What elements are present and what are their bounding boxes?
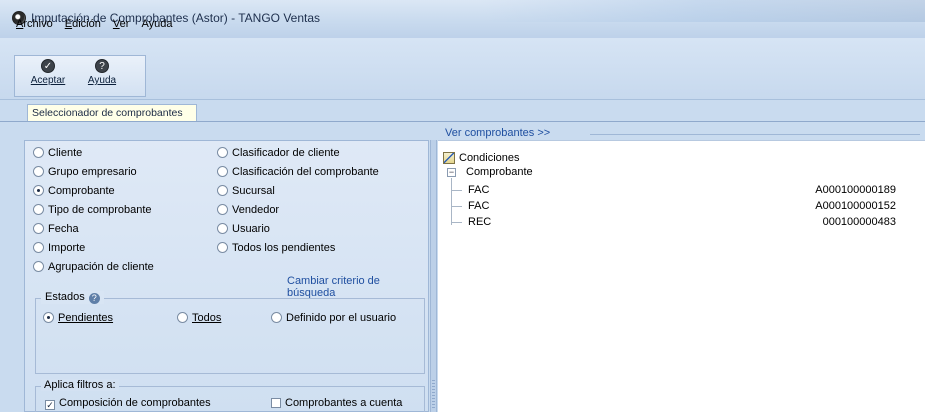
menu-edicion[interactable]: Edición bbox=[65, 18, 101, 30]
radio-agrupacion-cliente[interactable]: Agrupación de cliente bbox=[33, 260, 154, 274]
check-composicion[interactable]: ✓ Composición de comprobantes bbox=[45, 397, 211, 410]
header-divider bbox=[590, 134, 920, 135]
radio-clasificador-cliente[interactable]: Clasificador de cliente bbox=[217, 146, 340, 160]
radio-definido-usuario[interactable]: Definido por el usuario bbox=[271, 311, 396, 325]
radio-dot-selected bbox=[43, 312, 54, 323]
title-bar-glow bbox=[480, 0, 925, 22]
tree-row-type[interactable]: FAC bbox=[468, 200, 489, 212]
tab-seleccionador[interactable]: Seleccionador de comprobantes bbox=[27, 104, 197, 122]
radio-importe[interactable]: Importe bbox=[33, 241, 85, 255]
radio-fecha[interactable]: Fecha bbox=[33, 222, 79, 236]
radio-dot bbox=[217, 223, 228, 234]
checkbox bbox=[271, 398, 281, 408]
radio-dot bbox=[217, 147, 228, 158]
results-tree-panel bbox=[438, 140, 925, 412]
radio-dot-selected bbox=[33, 185, 44, 196]
radio-todos-pendientes[interactable]: Todos los pendientes bbox=[217, 241, 335, 255]
tree-row-type[interactable]: REC bbox=[468, 216, 491, 228]
radio-dot bbox=[33, 223, 44, 234]
tree-row-number[interactable]: 000100000483 bbox=[776, 216, 896, 228]
check-a-cuenta[interactable]: Comprobantes a cuenta bbox=[271, 397, 402, 409]
tree-row-number[interactable]: A000100000189 bbox=[776, 184, 896, 196]
radio-todos[interactable]: Todos bbox=[177, 311, 221, 325]
radio-dot bbox=[33, 166, 44, 177]
tree-connector bbox=[452, 206, 462, 207]
check-icon: ✓ bbox=[41, 59, 55, 73]
radio-dot bbox=[217, 204, 228, 215]
radio-dot bbox=[177, 312, 188, 323]
radio-dot bbox=[271, 312, 282, 323]
collapse-icon[interactable]: − bbox=[447, 168, 456, 177]
radio-dot bbox=[217, 166, 228, 177]
estados-group bbox=[35, 298, 425, 374]
tab-divider bbox=[0, 121, 925, 122]
panel-splitter[interactable] bbox=[430, 140, 437, 412]
radio-dot bbox=[33, 147, 44, 158]
aceptar-button[interactable]: ✓ Aceptar bbox=[17, 58, 79, 94]
cambiar-criterio-link[interactable]: Cambiar criterio de búsqueda bbox=[287, 275, 428, 299]
radio-dot bbox=[217, 242, 228, 253]
menu-ayuda[interactable]: Ayuda bbox=[141, 18, 172, 30]
radio-sucursal[interactable]: Sucursal bbox=[217, 184, 275, 198]
menu-bar: Archivo Edición Ver Ayuda bbox=[16, 18, 181, 34]
menu-ver[interactable]: Ver bbox=[113, 18, 130, 30]
estados-legend: Estados? bbox=[41, 291, 104, 304]
help-icon: ? bbox=[95, 59, 109, 73]
tree-connector bbox=[452, 222, 462, 223]
radio-dot bbox=[33, 261, 44, 272]
help-icon[interactable]: ? bbox=[88, 293, 100, 304]
radio-tipo-comprobante[interactable]: Tipo de comprobante bbox=[33, 203, 152, 217]
radio-dot bbox=[33, 204, 44, 215]
radio-vendedor[interactable]: Vendedor bbox=[217, 203, 279, 217]
conditions-icon bbox=[443, 152, 455, 164]
toolbar: ✓ Aceptar ? Ayuda bbox=[14, 55, 146, 97]
radio-usuario[interactable]: Usuario bbox=[217, 222, 270, 236]
filtros-legend: Aplica filtros a: bbox=[41, 379, 119, 391]
tree-row-type[interactable]: FAC bbox=[468, 184, 489, 196]
tree-connector bbox=[452, 190, 462, 191]
menu-archivo[interactable]: Archivo bbox=[16, 18, 53, 30]
radio-pendientes[interactable]: Pendientes bbox=[43, 311, 113, 325]
ayuda-button[interactable]: ? Ayuda bbox=[81, 58, 123, 94]
radio-grupo-empresario[interactable]: Grupo empresario bbox=[33, 165, 137, 179]
splitter-grip[interactable] bbox=[432, 380, 435, 410]
tree-node-comprobante[interactable]: Comprobante bbox=[466, 166, 533, 178]
checkbox-checked: ✓ bbox=[45, 400, 55, 410]
tree-root-condiciones[interactable]: Condiciones bbox=[459, 152, 520, 164]
tree-row-number[interactable]: A000100000152 bbox=[776, 200, 896, 212]
radio-dot bbox=[217, 185, 228, 196]
radio-clasificacion-comprobante[interactable]: Clasificación del comprobante bbox=[217, 165, 379, 179]
radio-dot bbox=[33, 242, 44, 253]
radio-comprobante[interactable]: Comprobante bbox=[33, 184, 115, 198]
tree-connector bbox=[451, 178, 452, 225]
radio-cliente[interactable]: Cliente bbox=[33, 146, 82, 160]
criteria-panel: Cliente Grupo empresario Comprobante Tip… bbox=[24, 140, 429, 412]
ver-comprobantes-link[interactable]: Ver comprobantes >> bbox=[445, 127, 550, 139]
